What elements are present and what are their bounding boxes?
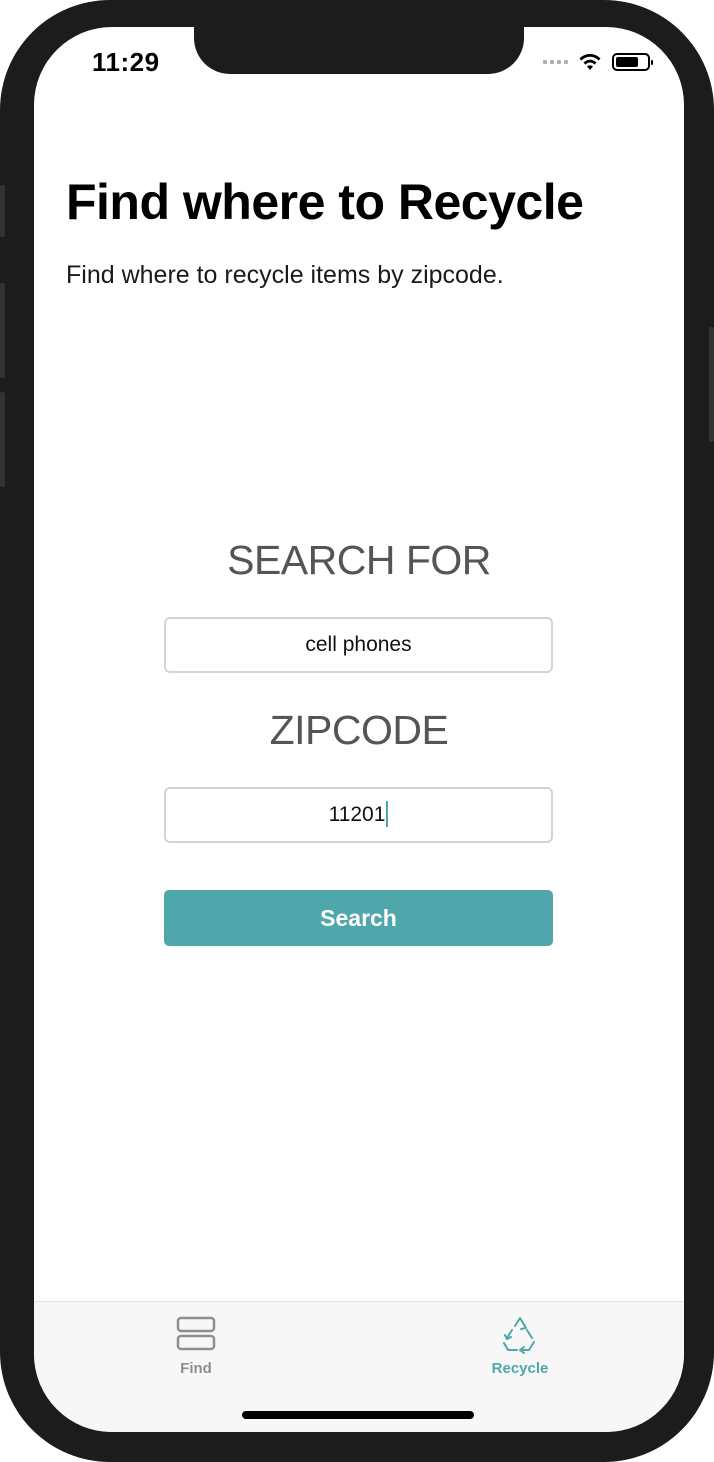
page-subtitle: Find where to recycle items by zipcode.: [66, 261, 504, 289]
volume-down-button: [0, 392, 5, 487]
screen: 11:29 Find where to Recycle Find where t…: [34, 27, 684, 1432]
tab-find[interactable]: Find: [126, 1314, 266, 1377]
zipcode-label: ZIPCODE: [269, 707, 449, 753]
text-caret: [386, 800, 389, 827]
page-title: Find where to Recycle: [66, 174, 584, 230]
power-button: [709, 327, 714, 442]
zipcode-input[interactable]: 11201: [164, 787, 553, 843]
search-for-input[interactable]: cell phones: [164, 617, 553, 673]
tab-recycle[interactable]: Recycle: [450, 1314, 590, 1377]
tab-recycle-label: Recycle: [491, 1360, 549, 1377]
list-icon: [176, 1316, 216, 1351]
home-indicator[interactable]: [242, 1411, 474, 1419]
mute-switch: [0, 185, 5, 237]
signal-dots-icon: [543, 60, 568, 64]
search-for-value: cell phones: [305, 633, 412, 656]
notch: [194, 27, 524, 74]
search-for-label: SEARCH FOR: [227, 537, 491, 583]
status-icons: [543, 51, 653, 73]
wifi-icon: [579, 54, 601, 70]
tab-find-label: Find: [180, 1360, 212, 1377]
battery-icon: [612, 53, 653, 71]
recycle-icon: [503, 1317, 535, 1354]
volume-up-button: [0, 283, 5, 378]
search-button[interactable]: Search: [164, 890, 553, 946]
zipcode-value: 11201: [328, 803, 386, 826]
phone-frame: 11:29 Find where to Recycle Find where t…: [0, 0, 714, 1462]
status-time: 11:29: [92, 47, 160, 77]
